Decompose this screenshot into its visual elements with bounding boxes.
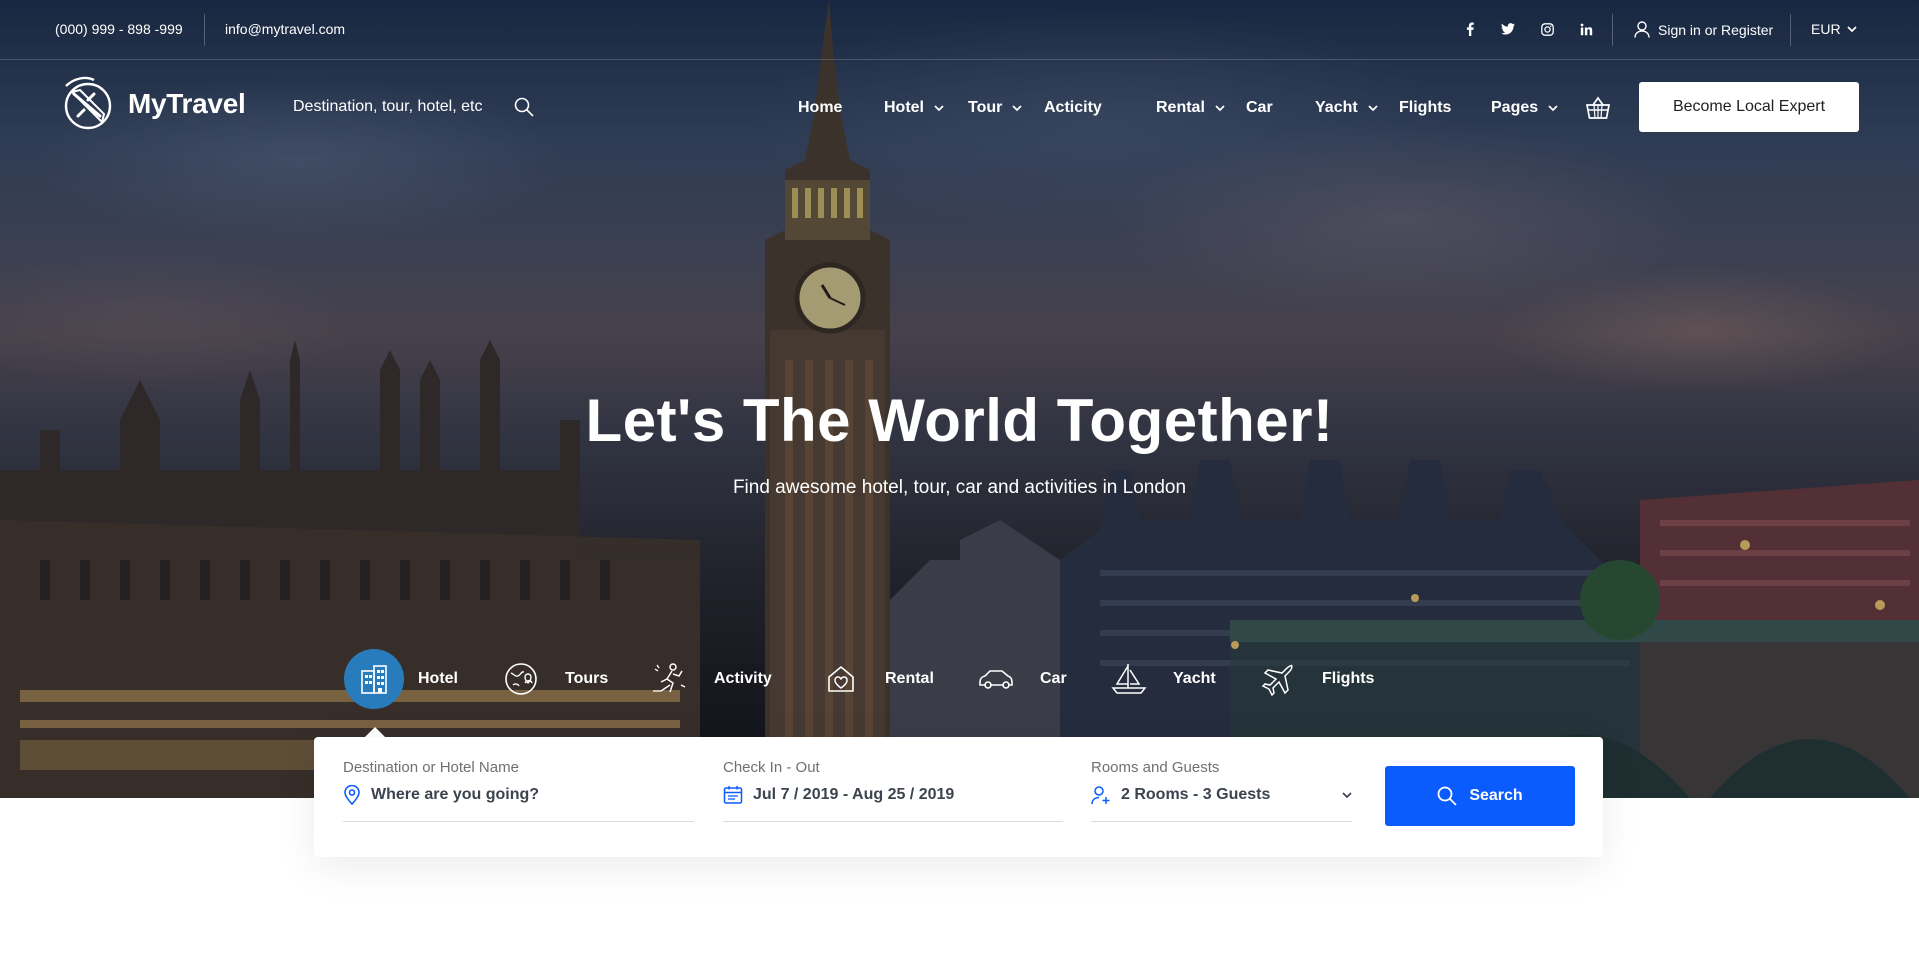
currency-selector[interactable]: EUR	[1811, 21, 1857, 37]
nav-tour[interactable]: Tour	[968, 99, 1022, 117]
search-button[interactable]: Search	[1385, 766, 1575, 826]
tab-label: Hotel	[418, 670, 458, 687]
sign-in-link[interactable]: Sign in or Register	[1634, 21, 1773, 38]
hotel-icon	[344, 649, 404, 709]
check-in-out-field[interactable]: Check In - Out Jul 7 / 2019 - Aug 25 / 2…	[723, 759, 1063, 822]
flights-icon	[1248, 649, 1308, 709]
guests-select[interactable]: 2 Rooms - 3 Guests	[1091, 785, 1352, 805]
currency-value: EUR	[1811, 21, 1841, 37]
guests-value: 2 Rooms - 3 Guests	[1121, 786, 1271, 803]
nav-activity[interactable]: Acticity	[1044, 99, 1102, 117]
nav-label: Rental	[1156, 99, 1205, 116]
phone-number[interactable]: (000) 999 - 898 -999	[55, 21, 183, 37]
sign-in-label: Sign in or Register	[1658, 21, 1774, 38]
map-pin-icon	[344, 785, 360, 805]
calendar-icon	[723, 786, 743, 804]
chevron-down-icon	[1846, 25, 1857, 32]
chevron-down-icon	[934, 104, 944, 111]
nav-label: Hotel	[884, 99, 924, 116]
twitter-icon[interactable]	[1497, 18, 1519, 40]
chevron-down-icon	[1012, 104, 1022, 111]
plane-globe-logo-icon	[64, 76, 112, 130]
chevron-down-icon	[1368, 104, 1378, 111]
brand-logo[interactable]: MyTravel	[60, 76, 246, 132]
nav-label: Car	[1246, 99, 1273, 116]
nav-flights[interactable]: Flights	[1399, 99, 1451, 117]
dates-input[interactable]: Jul 7 / 2019 - Aug 25 / 2019	[723, 785, 954, 805]
hero-subtitle: Find awesome hotel, tour, car and activi…	[732, 477, 1187, 498]
field-underline	[1091, 821, 1352, 822]
become-local-expert-button[interactable]: Become Local Expert	[1639, 82, 1859, 132]
top-bar: (000) 999 - 898 -999 info@mytravel.com S…	[0, 0, 1919, 60]
instagram-icon[interactable]	[1536, 18, 1558, 40]
dates-value: Jul 7 / 2019 - Aug 25 / 2019	[753, 786, 955, 803]
nav-label: Tour	[968, 99, 1003, 116]
nav-label: Acticity	[1044, 99, 1102, 116]
hero-title: Let's The World Together!	[585, 387, 1334, 454]
guests-label: Rooms and Guests	[1091, 759, 1220, 776]
destination-input[interactable]: Where are you going?	[343, 785, 539, 805]
nav-hotel[interactable]: Hotel	[884, 99, 944, 117]
divider	[1612, 14, 1613, 46]
tours-icon	[491, 649, 551, 709]
divider	[1790, 14, 1791, 46]
tab-label: Rental	[885, 670, 934, 687]
user-icon	[1634, 21, 1650, 38]
field-underline	[343, 821, 694, 822]
dates-label: Check In - Out	[723, 759, 820, 776]
nav-home[interactable]: Home	[798, 99, 842, 117]
activity-icon	[640, 649, 700, 709]
chevron-down-icon	[1215, 104, 1225, 111]
active-tab-pointer	[365, 727, 385, 737]
chevron-down-icon	[1548, 104, 1558, 111]
brand-name: MyTravel	[128, 88, 246, 119]
nav-label: Pages	[1491, 99, 1539, 116]
facebook-icon[interactable]	[1459, 18, 1481, 40]
nav-label: Flights	[1399, 99, 1452, 116]
cart-basket-icon[interactable]	[1585, 96, 1611, 120]
nav-pages[interactable]: Pages	[1491, 99, 1558, 117]
linkedin-icon[interactable]	[1575, 18, 1597, 40]
tab-yacht[interactable]: Yacht	[1099, 648, 1216, 710]
tab-label: Car	[1040, 670, 1067, 687]
search-button-label: Search	[1469, 787, 1523, 804]
nav-yacht[interactable]: Yacht	[1315, 99, 1378, 117]
destination-placeholder: Where are you going?	[371, 786, 540, 803]
nav-label: Yacht	[1315, 99, 1358, 116]
add-user-icon	[1091, 786, 1110, 805]
destination-field[interactable]: Destination or Hotel Name Where are you …	[343, 759, 694, 822]
tab-car[interactable]: Car	[966, 648, 1067, 710]
rooms-guests-field[interactable]: Rooms and Guests 2 Rooms - 3 Guests	[1091, 759, 1352, 822]
tab-tours[interactable]: Tours	[491, 648, 608, 710]
nav-rental[interactable]: Rental	[1156, 99, 1225, 117]
chevron-down-icon	[1342, 792, 1352, 799]
nav-car[interactable]: Car	[1246, 99, 1273, 117]
email-link[interactable]: info@mytravel.com	[225, 21, 345, 37]
tab-label: Activity	[714, 670, 772, 687]
nav-label: Home	[798, 99, 843, 116]
tab-hotel[interactable]: Hotel	[344, 648, 458, 710]
car-icon	[966, 649, 1026, 709]
yacht-icon	[1099, 649, 1159, 709]
header-search-input[interactable]: Destination, tour, hotel, etc	[293, 98, 482, 116]
tab-flights[interactable]: Flights	[1248, 648, 1374, 710]
destination-label: Destination or Hotel Name	[343, 759, 519, 776]
search-icon[interactable]	[514, 97, 534, 117]
tab-label: Tours	[565, 670, 609, 687]
hotel-search-form: Destination or Hotel Name Where are you …	[314, 737, 1603, 857]
divider	[204, 14, 205, 46]
rental-icon	[811, 649, 871, 709]
search-icon	[1437, 786, 1457, 806]
tab-rental[interactable]: Rental	[811, 648, 934, 710]
tab-label: Yacht	[1173, 670, 1216, 687]
tab-activity[interactable]: Activity	[640, 648, 772, 710]
field-underline	[723, 821, 1063, 822]
tab-label: Flights	[1322, 670, 1375, 687]
